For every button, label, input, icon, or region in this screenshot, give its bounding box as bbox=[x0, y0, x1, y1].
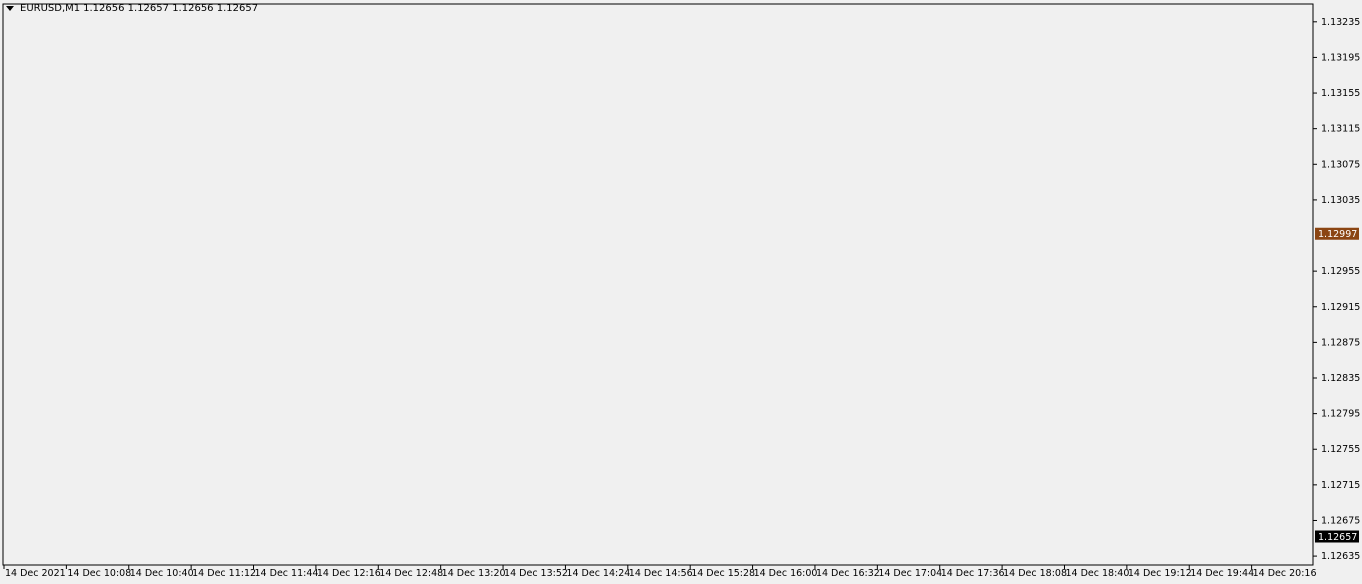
x-tick-label: 14 Dec 16:32 bbox=[816, 568, 880, 579]
ohlc-values: 1.12656 1.12657 1.12656 1.12657 bbox=[83, 3, 259, 14]
y-tick-label: 1.13115 bbox=[1321, 124, 1360, 135]
y-tick-label: 1.12835 bbox=[1321, 373, 1360, 384]
x-tick-label: 14 Dec 15:28 bbox=[691, 568, 755, 579]
x-tick-label: 14 Dec 17:04 bbox=[878, 568, 942, 579]
x-tick-label: 14 Dec 12:16 bbox=[317, 568, 381, 579]
chevron-down-icon[interactable] bbox=[6, 6, 14, 11]
x-tick-label: 14 Dec 17:36 bbox=[941, 568, 1005, 579]
y-tick-label: 1.12715 bbox=[1321, 480, 1360, 491]
x-tick-label: 14 Dec 10:40 bbox=[130, 568, 194, 579]
y-tick-label: 1.13235 bbox=[1321, 17, 1360, 28]
x-tick-label: 14 Dec 18:08 bbox=[1003, 568, 1067, 579]
y-tick-label: 1.12755 bbox=[1321, 444, 1360, 455]
y-tick-label: 1.12635 bbox=[1321, 551, 1360, 562]
y-tick-label: 1.12795 bbox=[1321, 409, 1360, 420]
x-tick-label: 14 Dec 2021 bbox=[5, 568, 66, 579]
y-tick-label: 1.13195 bbox=[1321, 52, 1360, 63]
x-tick-label: 14 Dec 19:12 bbox=[1128, 568, 1192, 579]
x-tick-label: 14 Dec 13:20 bbox=[442, 568, 506, 579]
x-tick-label: 14 Dec 12:48 bbox=[379, 568, 443, 579]
x-tick-label: 14 Dec 20:16 bbox=[1253, 568, 1317, 579]
chart-window[interactable]: 1.12997 1.12657 1.13235 1.13195 1.13155 1.13… bbox=[0, 0, 1362, 584]
chart-header: EURUSD,M1 1.12656 1.12657 1.12656 1.1265… bbox=[6, 3, 258, 14]
y-tick-label: 1.12915 bbox=[1321, 302, 1360, 313]
plot-frame bbox=[2, 3, 1314, 566]
x-tick-label: 14 Dec 18:40 bbox=[1065, 568, 1129, 579]
y-tick-label: 1.12675 bbox=[1321, 515, 1360, 526]
x-tick-label: 14 Dec 19:44 bbox=[1190, 568, 1254, 579]
current-price-label: 1.12657 bbox=[1318, 532, 1357, 543]
x-tick-label: 14 Dec 14:24 bbox=[566, 568, 630, 579]
x-tick-label: 14 Dec 10:08 bbox=[67, 568, 131, 579]
x-tick-label: 14 Dec 11:12 bbox=[192, 568, 256, 579]
symbol-label: EURUSD,M1 bbox=[20, 3, 81, 14]
x-tick-label: 14 Dec 11:44 bbox=[255, 568, 319, 579]
chart-axes: 1.13235 1.13195 1.13155 1.13115 1.13075 1.130… bbox=[2, 3, 1360, 579]
horizontal-level-label: 1.12997 bbox=[1318, 229, 1357, 240]
x-tick-label: 14 Dec 13:52 bbox=[504, 568, 568, 579]
y-tick-label: 1.13035 bbox=[1321, 195, 1360, 206]
y-tick-label: 1.13075 bbox=[1321, 159, 1360, 170]
y-tick-label: 1.13155 bbox=[1321, 88, 1360, 99]
x-tick-label: 14 Dec 14:56 bbox=[629, 568, 693, 579]
y-tick-label: 1.12875 bbox=[1321, 337, 1360, 348]
y-tick-label: 1.12955 bbox=[1321, 266, 1360, 277]
x-tick-label: 14 Dec 16:00 bbox=[754, 568, 818, 579]
price-chart[interactable]: 1.129971.12657 1.132351.131951.131551.13… bbox=[0, 0, 1362, 584]
